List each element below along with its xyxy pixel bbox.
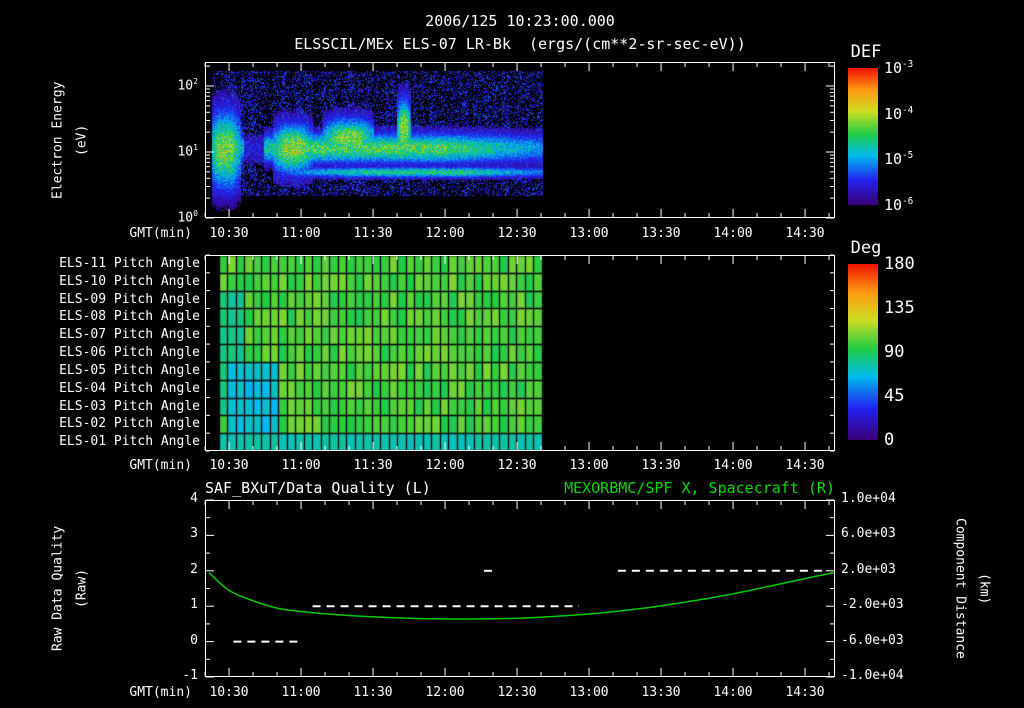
x-tick-label: 14:30 bbox=[785, 685, 825, 700]
pitch-row-label: ELS-03 Pitch Angle bbox=[59, 398, 200, 414]
deg-colorbar-tick: 180 bbox=[884, 254, 915, 274]
plot-frame bbox=[205, 62, 835, 218]
x-tick-label: 11:30 bbox=[353, 458, 393, 473]
def-colorbar-tick: 10-3 bbox=[884, 59, 914, 77]
pitch-row-label: ELS-06 Pitch Angle bbox=[59, 345, 200, 361]
pitch-row-label: ELS-02 Pitch Angle bbox=[59, 416, 200, 432]
def-colorbar-tick: 10-5 bbox=[884, 150, 914, 169]
x-tick-label: 10:30 bbox=[209, 685, 249, 700]
deg-colorbar-title: Deg bbox=[850, 238, 882, 258]
x-tick-label: 11:00 bbox=[281, 685, 321, 700]
spectrogram-title-row: ELSSCIL/MEx ELS-07 LR-Bk (ergs/(cm**2-sr… bbox=[205, 35, 835, 53]
pitch-row-label: ELS-08 Pitch Angle bbox=[59, 309, 200, 325]
gmt-label-panel1: GMT(min) bbox=[129, 226, 192, 241]
distance-ylabel-line1: Component Distance bbox=[952, 518, 968, 659]
distance-tick-label: -6.0e+03 bbox=[841, 632, 904, 648]
distance-tick-label: -1.0e+04 bbox=[841, 668, 904, 683]
x-tick-label: 14:30 bbox=[785, 458, 825, 473]
quality-tick-label: -1 bbox=[182, 668, 198, 683]
pitch-row-label: ELS-01 Pitch Angle bbox=[59, 434, 200, 450]
distance-ylabel-line2: (km) bbox=[976, 572, 992, 605]
x-tick-label: 10:30 bbox=[209, 458, 249, 473]
gmt-label-panel3: GMT(min) bbox=[129, 685, 192, 700]
x-tick-label: 12:30 bbox=[497, 685, 537, 700]
quality-tick-label: 4 bbox=[190, 491, 198, 506]
pitch-row-label: ELS-04 Pitch Angle bbox=[59, 380, 200, 396]
x-tick-label: 14:00 bbox=[713, 226, 753, 241]
x-tick-label: 12:00 bbox=[425, 458, 465, 473]
plot-frame bbox=[205, 500, 835, 677]
x-tick-label: 13:30 bbox=[641, 226, 681, 241]
x-tick-label: 12:00 bbox=[425, 685, 465, 700]
plot-frame bbox=[205, 255, 835, 451]
x-tick-label: 11:00 bbox=[281, 226, 321, 241]
quality-tick-label: 2 bbox=[190, 561, 198, 577]
units-label: (ergs/(cm**2-sr-sec-eV)) bbox=[529, 35, 746, 53]
quality-tick-label: 3 bbox=[190, 526, 198, 542]
x-tick-label: 11:30 bbox=[353, 685, 393, 700]
def-colorbar-tick: 10-4 bbox=[884, 104, 914, 123]
x-tick-label: 13:30 bbox=[641, 458, 681, 473]
x-tick-label: 12:30 bbox=[497, 226, 537, 241]
x-tick-label: 13:00 bbox=[569, 685, 609, 700]
spectrogram-ylabel-line1: Electron Energy bbox=[50, 81, 66, 199]
quality-ylabel-line1: Raw Data Quality bbox=[50, 525, 66, 652]
x-tick-label: 14:00 bbox=[713, 685, 753, 700]
spacecraft-curve-group bbox=[208, 571, 834, 620]
distance-tick-label: 6.0e+03 bbox=[841, 526, 896, 542]
x-tick-label: 14:30 bbox=[785, 226, 825, 241]
x-tick-label: 11:00 bbox=[281, 458, 321, 473]
x-tick-label: 11:30 bbox=[353, 226, 393, 241]
bottom-left-series-title: SAF_BXuT/Data Quality (L) bbox=[205, 479, 431, 497]
instrument-title: ELSSCIL/MEx ELS-07 LR-Bk bbox=[294, 35, 511, 53]
deg-colorbar-tick: 135 bbox=[884, 298, 915, 318]
spectrogram-ylabel-line2: (eV) bbox=[74, 124, 90, 156]
distance-tick-label: 2.0e+03 bbox=[841, 561, 896, 577]
x-tick-label: 14:00 bbox=[713, 458, 753, 473]
energy-tick-label: 101 bbox=[177, 143, 198, 160]
x-tick-label: 10:30 bbox=[209, 226, 249, 241]
pitch-row-label: ELS-07 Pitch Angle bbox=[59, 327, 200, 343]
quality-tick-label: 0 bbox=[190, 632, 198, 648]
x-tick-label: 13:00 bbox=[569, 226, 609, 241]
spacecraft-x-curve bbox=[208, 571, 834, 620]
pitch-row-label: ELS-05 Pitch Angle bbox=[59, 362, 200, 378]
pitch-row-label: ELS-09 Pitch Angle bbox=[59, 291, 200, 307]
deg-colorbar-tick: 45 bbox=[884, 386, 905, 406]
deg-colorbar-tick: 90 bbox=[884, 342, 905, 362]
pitch-row-label: ELS-10 Pitch Angle bbox=[59, 273, 200, 289]
gmt-label-panel2: GMT(min) bbox=[129, 458, 192, 473]
deg-colorbar-tick: 0 bbox=[884, 430, 895, 450]
def-colorbar-tick: 10-6 bbox=[884, 196, 914, 214]
energy-tick-label: 102 bbox=[177, 77, 198, 94]
pitch-row-label: ELS-11 Pitch Angle bbox=[59, 256, 200, 271]
bottom-right-series-title: MEXORBMC/SPF X, Spacecraft (R) bbox=[564, 479, 835, 497]
spectrogram-axes bbox=[204, 62, 835, 219]
distance-tick-label: 1.0e+04 bbox=[841, 491, 896, 506]
bottom-axes bbox=[204, 499, 835, 678]
distance-tick-label: -2.0e+03 bbox=[841, 597, 904, 613]
def-colorbar-title: DEF bbox=[850, 42, 882, 62]
page-title-datetime: 2006/125 10:23:00.000 bbox=[425, 12, 615, 30]
quality-ylabel-line2: (Raw) bbox=[74, 568, 90, 609]
quality-tick-label: 1 bbox=[190, 597, 198, 613]
x-tick-label: 12:30 bbox=[497, 458, 537, 473]
pitch-axes bbox=[204, 254, 835, 452]
science-plot-page: 2006/125 10:23:00.000 ELSSCIL/MEx ELS-07… bbox=[0, 0, 1024, 708]
energy-tick-label: 100 bbox=[177, 209, 198, 226]
x-tick-label: 13:00 bbox=[569, 458, 609, 473]
data-quality-segments bbox=[233, 569, 829, 643]
x-tick-label: 12:00 bbox=[425, 226, 465, 241]
x-tick-label: 13:30 bbox=[641, 685, 681, 700]
